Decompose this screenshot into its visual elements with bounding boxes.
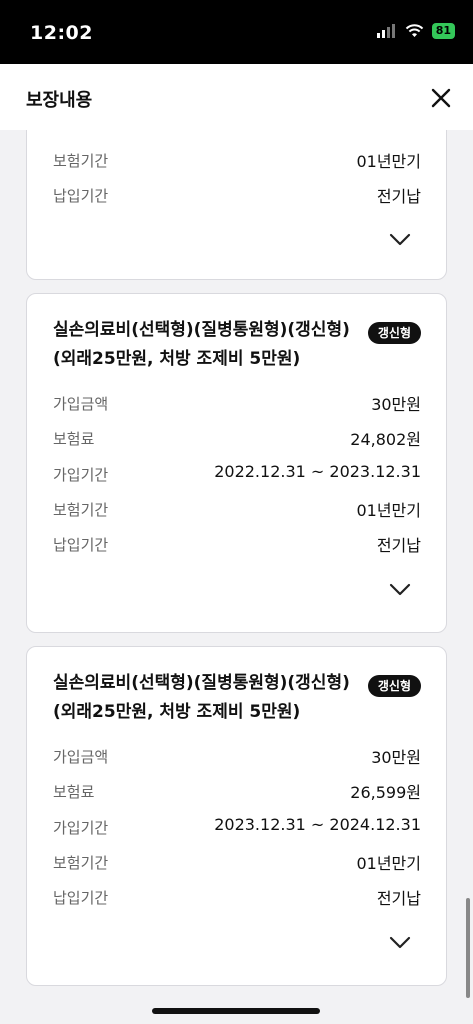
row-value: 24,802원 [350,430,421,449]
header: 보장내용 [0,64,473,130]
row-label: 보험료 [53,430,95,448]
signal-icon [376,24,395,38]
row-label: 가입금액 [53,748,109,766]
chevron-down-icon[interactable] [389,583,411,597]
close-icon [431,88,451,108]
detail-row: 납입기간 전기납 [53,532,421,556]
row-label: 보험료 [53,783,95,801]
scrollbar[interactable] [466,898,470,998]
row-label: 보험기간 [53,501,109,519]
detail-row: 보험기간 01년만기 [53,148,421,172]
row-label: 가입금액 [53,395,109,413]
detail-row: 가입금액 30만원 [53,744,421,768]
detail-row: 납입기간 전기납 [53,885,421,909]
row-label: 납입기간 [53,187,109,205]
row-value: 01년만기 [356,152,421,171]
row-value: 2022.12.31 ~ 2023.12.31 [214,462,421,481]
row-label: 가입기간 [53,819,109,837]
coverage-card: 실손의료비(선택형)(질병통원형)(갱신형)(외래25만원, 처방 조제비 5만… [26,293,447,633]
detail-row: 가입기간 2022.12.31 ~ 2023.12.31 [53,462,421,486]
home-indicator[interactable] [152,1008,320,1014]
row-label: 납입기간 [53,889,109,907]
row-label: 가입기간 [53,466,109,484]
row-value: 01년만기 [356,501,421,520]
renewal-badge: 갱신형 [367,675,421,697]
status-bar: 12:02 81 [0,0,473,64]
row-label: 보험기간 [53,854,109,872]
detail-row: 가입금액 30만원 [53,391,421,415]
detail-row: 보험기간 01년만기 [53,850,421,874]
row-value: 전기납 [376,187,421,206]
row-value: 30만원 [371,748,421,767]
renewal-badge: 갱신형 [367,322,421,344]
chevron-down-icon[interactable] [389,936,411,950]
wifi-icon [405,24,423,37]
page-title: 보장내용 [26,90,93,111]
coverage-card: 보험기간 01년만기 납입기간 전기납 [26,130,447,280]
detail-row: 가입기간 2023.12.31 ~ 2024.12.31 [53,815,421,839]
coverage-title: 실손의료비(선택형)(질병통원형)(갱신형)(외래25만원, 처방 조제비 5만… [53,673,350,722]
row-value: 26,599원 [350,783,421,802]
status-icons: 81 [376,23,455,39]
battery-level: 81 [435,24,451,37]
detail-row: 보험료 24,802원 [53,426,421,450]
detail-row: 보험료 26,599원 [53,779,421,803]
close-button[interactable] [429,86,453,110]
row-value: 전기납 [376,536,421,555]
detail-row: 보험기간 01년만기 [53,497,421,521]
coverage-card: 실손의료비(선택형)(질병통원형)(갱신형)(외래25만원, 처방 조제비 5만… [26,646,447,986]
row-label: 보험기간 [53,152,109,170]
chevron-down-icon[interactable] [389,233,411,247]
coverage-list[interactable]: 보험기간 01년만기 납입기간 전기납 실손의료비(선택형)(질병통원형)(갱신… [0,130,473,1024]
row-value: 2023.12.31 ~ 2024.12.31 [214,815,421,834]
row-value: 전기납 [376,889,421,908]
status-time: 12:02 [30,22,93,44]
battery-icon: 81 [431,23,455,39]
row-value: 30만원 [371,395,421,414]
row-label: 납입기간 [53,536,109,554]
coverage-title: 실손의료비(선택형)(질병통원형)(갱신형)(외래25만원, 처방 조제비 5만… [53,320,350,369]
row-value: 01년만기 [356,854,421,873]
detail-row: 납입기간 전기납 [53,183,421,207]
